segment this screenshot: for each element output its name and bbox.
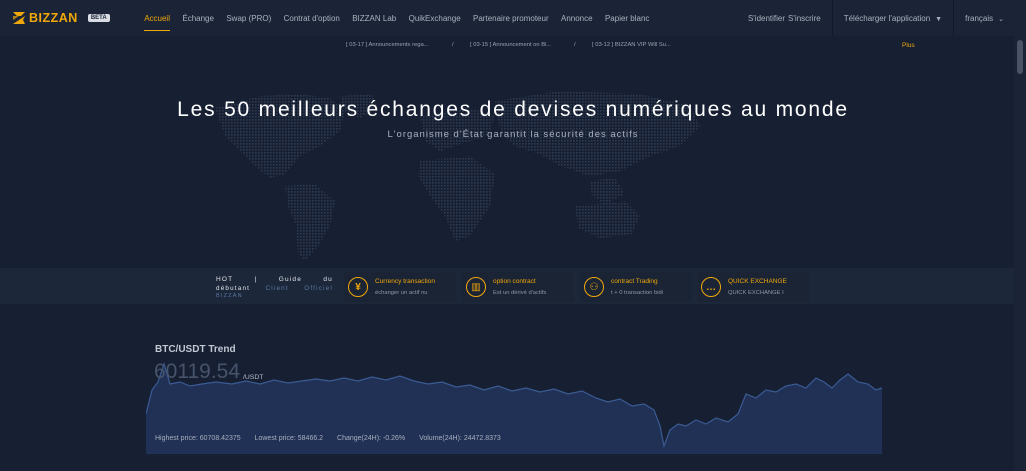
nav-item-bizzan-lab[interactable]: BIZZAN Lab [346, 0, 402, 36]
hot-word: débutant [216, 285, 251, 292]
volume-24h: Volume(24H): 24472.8373 [419, 435, 501, 442]
page-scrollbar[interactable] [1014, 36, 1026, 471]
hero-banner: Les 50 meilleurs échanges de devises num… [0, 56, 1014, 268]
network-icon: ⚇ [584, 277, 604, 297]
change-24h: Change(24H): -0.26% [337, 435, 406, 442]
feature-desc: Est un dérivé d'actifs [493, 290, 547, 296]
nav-divider [831, 0, 833, 36]
announcement-separator: / [452, 42, 454, 48]
beta-badge: BETA [87, 14, 110, 22]
feature-title: option contract [493, 278, 536, 285]
feature-currency-transaction[interactable]: ¥ Currency transaction échanger un actif… [344, 272, 456, 302]
hot-brand: BIZZAN [216, 293, 243, 299]
announcement-link[interactable]: [ 03-17 ] Announcements rega... [346, 42, 429, 48]
feature-title: Currency transaction [375, 278, 435, 285]
feature-quick-exchange[interactable]: … QUICK EXCHANGE QUICK EXCHANGE I [697, 272, 809, 302]
language-selector[interactable]: français ⌄ [965, 14, 1004, 23]
chat-icon: … [701, 277, 721, 297]
world-map-background [215, 91, 700, 261]
bizzan-logo-icon [12, 11, 26, 25]
lowest-price: Lowest price: 58466.2 [254, 435, 324, 442]
highest-price: Highest price: 60708.42375 [155, 435, 241, 442]
more-announcements-link[interactable]: Plus [902, 42, 915, 49]
feature-option-contract[interactable]: ▥ option contract Est un dérivé d'actifs [462, 272, 574, 302]
feature-desc: QUICK EXCHANGE I [728, 290, 784, 296]
announcement-link[interactable]: [ 03-12 ] BIZZAN VIP Will Su... [592, 42, 671, 48]
hot-word: du [323, 276, 333, 283]
feature-title: QUICK EXCHANGE [728, 278, 787, 285]
main-nav: Accueil Échange Swap (PRO) Contrat d'opt… [138, 0, 656, 36]
brand-name: BIZZAN [29, 11, 78, 25]
trend-price: 60119.54 [154, 360, 241, 383]
nav-item-quikexchange[interactable]: QuikExchange [402, 0, 466, 36]
logo[interactable]: BIZZAN BETA [12, 11, 124, 25]
hot-word: Guide [278, 276, 303, 283]
hot-label: HOT [216, 276, 234, 283]
nav-right: S'identifier S'inscrire Télécharger l'ap… [748, 0, 1004, 36]
download-app-menu[interactable]: Télécharger l'application ▼ [844, 14, 942, 23]
nav-item-whitepaper[interactable]: Papier blanc [599, 0, 656, 36]
top-navbar: BIZZAN BETA Accueil Échange Swap (PRO) C… [0, 0, 1026, 36]
hot-guide[interactable]: HOT | Guide du débutant Client Officiel … [216, 276, 333, 299]
nav-item-partner[interactable]: Partenaire promoteur [467, 0, 555, 36]
announcement-link[interactable]: [ 03-15 ] Announcement on Bl... [470, 42, 551, 48]
hot-link-official[interactable]: Officiel [304, 285, 333, 292]
language-label: français [965, 13, 994, 23]
download-app-label: Télécharger l'application [843, 13, 931, 23]
hot-link-client[interactable]: Client [266, 285, 289, 292]
btc-trend-section: BTC/USDT Trend 60119.54 /USDT Highest pr… [0, 304, 1014, 471]
scrollbar-thumb[interactable] [1017, 40, 1023, 74]
chart-icon: ▥ [466, 277, 486, 297]
feature-contract-trading[interactable]: ⚇ contract Trading t + 0 transaction bid… [580, 272, 692, 302]
nav-divider [953, 0, 955, 36]
yen-icon: ¥ [348, 277, 368, 297]
announcement-bar: [ 03-17 ] Announcements rega... / [ 03-1… [0, 36, 1026, 56]
caret-down-icon: ▼ [935, 15, 943, 23]
nav-item-announcement[interactable]: Annonce [555, 0, 599, 36]
trend-stats: Highest price: 60708.42375 Lowest price:… [155, 435, 513, 442]
nav-item-option-contract[interactable]: Contrat d'option [277, 0, 346, 36]
register-link[interactable]: S'inscrire [788, 14, 821, 23]
nav-item-accueil[interactable]: Accueil [138, 0, 176, 36]
hero-subtitle: L'organisme d'État garantit la sécurité … [387, 129, 639, 140]
hero-title: Les 50 meilleurs échanges de devises num… [177, 98, 849, 121]
trend-unit: /USDT [243, 374, 264, 381]
feature-title: contract Trading [611, 278, 658, 285]
feature-desc: échanger un actif nu [375, 290, 428, 296]
announcement-separator: / [574, 42, 576, 48]
chevron-down-icon: ⌄ [998, 15, 1004, 23]
nav-item-echange[interactable]: Échange [176, 0, 220, 36]
nav-item-swap[interactable]: Swap (PRO) [220, 0, 277, 36]
feature-desc: t + 0 transaction bidi [611, 290, 664, 296]
hot-separator: | [254, 276, 258, 283]
login-link[interactable]: S'identifier [748, 14, 785, 23]
trend-title: BTC/USDT Trend [155, 344, 236, 355]
